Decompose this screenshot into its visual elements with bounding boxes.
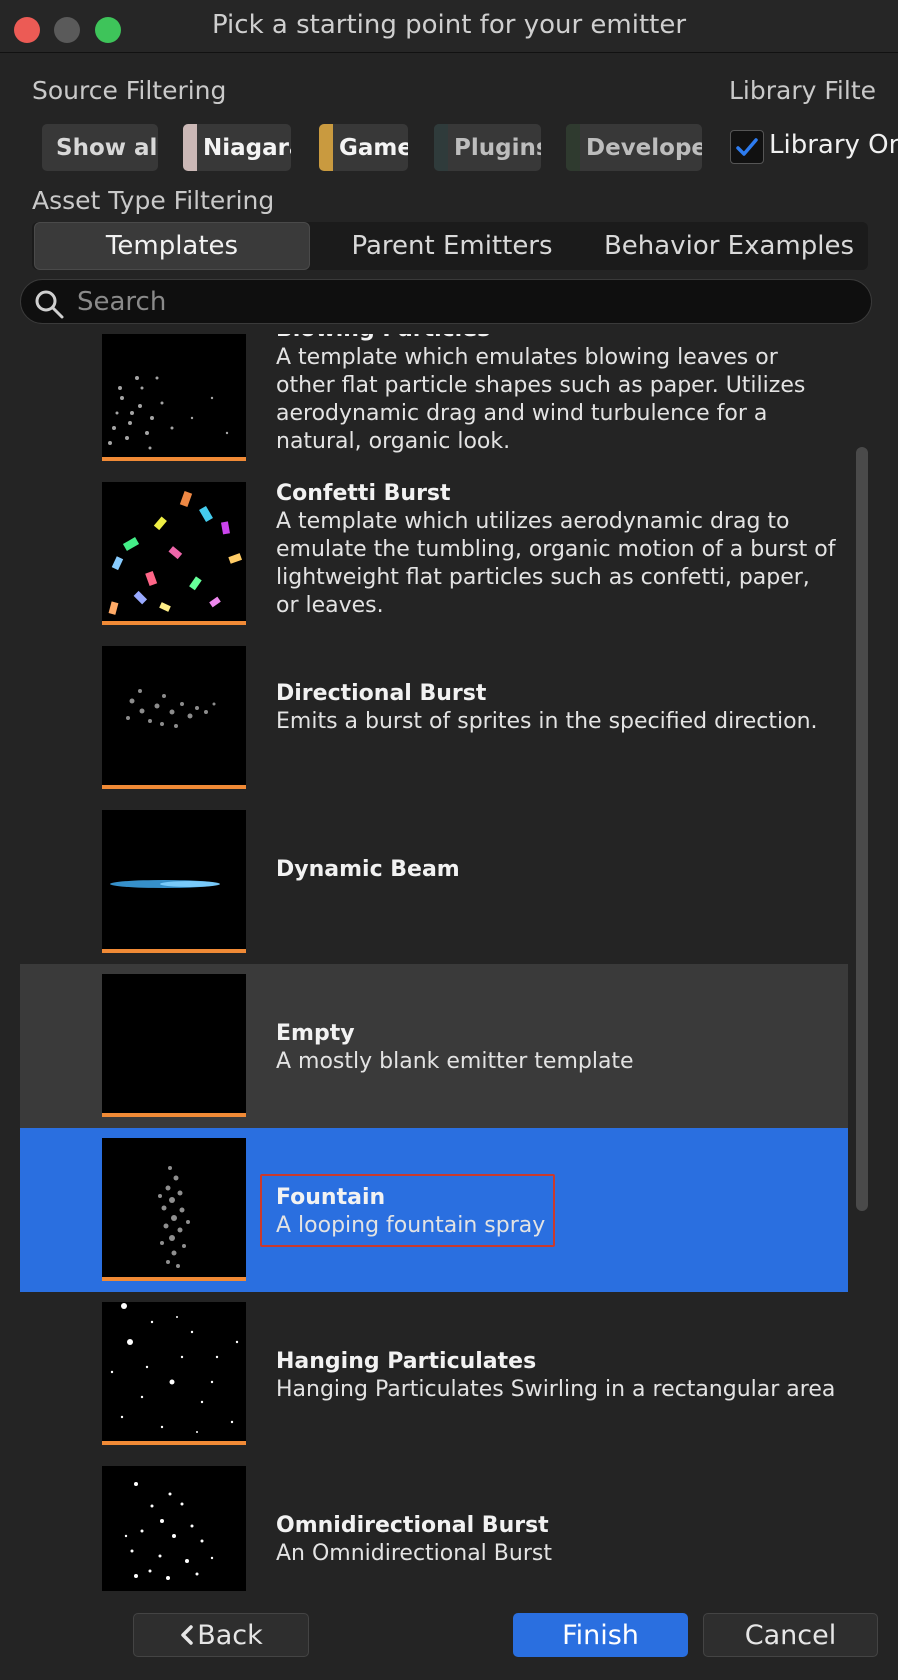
list-item-hanging-particulates[interactable]: Hanging Particulates Hanging Particulate…: [20, 1292, 848, 1456]
thumbnail-accent-bar: [102, 621, 246, 625]
item-name: Empty: [276, 1021, 355, 1046]
finish-label: Finish: [562, 1619, 639, 1651]
item-text: Directional Burst Emits a burst of sprit…: [276, 680, 836, 736]
item-description: Emits a burst of sprites in the specifie…: [276, 709, 818, 734]
hanging-particulates-preview: [110, 1303, 239, 1433]
thumbnail-blowing-particles: [102, 334, 246, 461]
search-icon: [35, 290, 64, 319]
thumbnail-accent-bar: [102, 1113, 246, 1117]
thumbnail-accent-bar: [102, 457, 246, 461]
list-item-blowing-particles[interactable]: Blowing Particles A template which emula…: [20, 334, 848, 472]
finish-button[interactable]: Finish: [513, 1613, 688, 1657]
thumbnail-dynamic-beam: [102, 810, 246, 953]
tab-parent-emitters[interactable]: Parent Emitters: [314, 222, 590, 270]
back-label: Back: [197, 1619, 263, 1651]
item-name: Omnidirectional Burst: [276, 1513, 549, 1538]
thumbnail-fountain: [102, 1138, 246, 1281]
list-item-confetti-burst[interactable]: Confetti Burst A template which utilizes…: [20, 472, 848, 636]
item-name: Blowing Particles: [276, 334, 836, 344]
window-title: Pick a starting point for your emitter: [211, 10, 687, 40]
show-all-button[interactable]: Show all: [42, 124, 158, 171]
title-bar: Pick a starting point for your emitter: [0, 0, 898, 53]
game-label: Game: [339, 134, 408, 161]
asset-type-filtering-label: Asset Type Filtering: [32, 186, 275, 215]
item-text: Hanging Particulates Hanging Particulate…: [276, 1348, 836, 1404]
search-input[interactable]: [75, 284, 839, 320]
thumbnail-confetti-burst: [102, 482, 246, 625]
library-only-label: Library Onl: [769, 130, 898, 160]
item-name: Directional Burst: [276, 681, 487, 706]
source-filtering-label: Source Filtering: [32, 76, 227, 105]
confetti-burst-preview: [108, 491, 243, 615]
thumbnail-accent-bar: [102, 1277, 246, 1281]
item-description: A mostly blank emitter template: [276, 1049, 634, 1074]
plugins-color-swatch: [434, 124, 448, 171]
list-item-empty[interactable]: Empty A mostly blank emitter template: [20, 964, 848, 1128]
tab-templates[interactable]: Templates: [34, 222, 310, 270]
search-box: [20, 279, 872, 324]
plugins-label: Plugins: [454, 134, 541, 161]
asset-type-tabs: Templates Parent Emitters Behavior Examp…: [32, 222, 868, 270]
developer-label: Developer: [586, 134, 702, 161]
item-text: Fountain A looping fountain spray: [276, 1184, 836, 1240]
thumbnail-omnidirectional-burst: [102, 1466, 246, 1591]
list-scrollbar[interactable]: [852, 334, 872, 1591]
developer-filter-button[interactable]: Developer: [566, 124, 702, 171]
developer-color-swatch: [566, 124, 580, 171]
game-color-swatch: [319, 124, 333, 171]
omnidirectional-burst-preview: [124, 1482, 214, 1580]
item-name: Hanging Particulates: [276, 1349, 537, 1374]
list-item-directional-burst[interactable]: Directional Burst Emits a burst of sprit…: [20, 636, 848, 800]
dynamic-beam-preview: [110, 880, 220, 888]
chevron-left-icon: [181, 1625, 193, 1645]
niagara-color-swatch: [183, 124, 197, 171]
item-description: A template which utilizes aerodynamic dr…: [276, 509, 836, 618]
thumbnail-accent-bar: [102, 785, 246, 789]
item-text: Confetti Burst A template which utilizes…: [276, 480, 836, 620]
item-name: Confetti Burst: [276, 481, 451, 506]
game-filter-button[interactable]: Game: [319, 124, 408, 171]
item-description: A looping fountain spray: [276, 1213, 546, 1238]
item-name: Dynamic Beam: [276, 857, 460, 882]
niagara-label: Niagara: [203, 134, 291, 161]
item-text: Empty A mostly blank emitter template: [276, 1020, 836, 1076]
directional-burst-preview: [126, 689, 216, 728]
item-text: Dynamic Beam: [276, 856, 836, 884]
item-text: Blowing Particles A template which emula…: [276, 334, 836, 456]
cancel-button[interactable]: Cancel: [703, 1613, 878, 1657]
thumbnail-empty: [102, 974, 246, 1117]
thumbnail-accent-bar: [102, 949, 246, 953]
thumbnail-accent-bar: [102, 1441, 246, 1445]
list-item-fountain[interactable]: Fountain A looping fountain spray: [20, 1128, 848, 1292]
back-button[interactable]: Back: [133, 1613, 309, 1657]
item-description: An Omnidirectional Burst: [276, 1541, 552, 1566]
checkmark-icon: [736, 138, 758, 156]
item-text: Omnidirectional Burst An Omnidirectional…: [276, 1512, 836, 1568]
thumbnail-directional-burst: [102, 646, 246, 789]
tab-behavior-examples[interactable]: Behavior Examples: [590, 222, 868, 270]
thumbnail-hanging-particulates: [102, 1302, 246, 1445]
list-item-omnidirectional-burst[interactable]: Omnidirectional Burst An Omnidirectional…: [20, 1456, 848, 1591]
blowing-particles-preview: [108, 376, 229, 450]
library-only-checkbox[interactable]: [730, 130, 764, 164]
item-name: Fountain: [276, 1185, 386, 1210]
library-filtering-label: Library Filte: [729, 76, 876, 105]
scrollbar-thumb[interactable]: [856, 447, 868, 1211]
template-list: Blowing Particles A template which emula…: [20, 334, 848, 1591]
niagara-filter-button[interactable]: Niagara: [183, 124, 291, 171]
plugins-filter-button[interactable]: Plugins: [434, 124, 541, 171]
list-item-dynamic-beam[interactable]: Dynamic Beam: [20, 800, 848, 964]
show-all-label: Show all: [56, 134, 158, 161]
item-description: Hanging Particulates Swirling in a recta…: [276, 1377, 836, 1402]
fountain-preview: [158, 1166, 190, 1268]
item-description: A template which emulates blowing leaves…: [276, 345, 806, 454]
cancel-label: Cancel: [744, 1619, 837, 1651]
